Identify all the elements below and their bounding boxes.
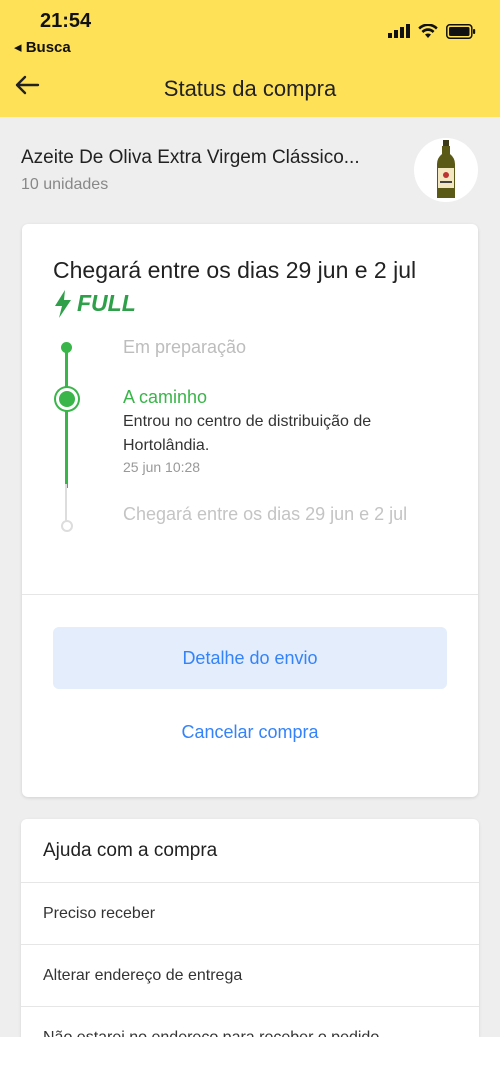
- timeline-dot-pending: [61, 520, 73, 532]
- header: 21:54 ◂ Busca Status da compra: [0, 0, 500, 117]
- help-item-not-at-address[interactable]: Não estarei no endereço para receber o p…: [21, 1007, 479, 1038]
- navbar: Status da compra: [0, 60, 500, 117]
- step-in-transit-title: A caminho: [123, 387, 208, 407]
- wifi-icon: [418, 23, 438, 38]
- status-bar: 21:54 ◂ Busca: [0, 0, 500, 60]
- timeline-progress-line: [65, 348, 68, 488]
- battery-icon: [446, 23, 476, 39]
- product-name: Azeite De Oliva Extra Virgem Clássico...: [21, 147, 360, 168]
- shipment-timeline: Em preparação A caminho Entrou no centro…: [22, 334, 478, 574]
- timeline-dot-done: [61, 342, 72, 353]
- step-in-transit-description: Entrou no centro de distribuição de Hort…: [123, 413, 372, 454]
- system-icons: [388, 20, 476, 42]
- olive-oil-bottle-icon: [414, 138, 478, 202]
- step-in-transit: A caminho Entrou no centro de distribuiç…: [123, 387, 443, 475]
- shipment-status-card: Chegará entre os dias 29 jun e 2 jul FUL…: [22, 224, 478, 797]
- step-arrival: Chegará entre os dias 29 jun e 2 jul: [123, 504, 408, 524]
- help-section: Ajuda com a compra Preciso receber Alter…: [21, 819, 479, 1037]
- product-summary[interactable]: Azeite De Oliva Extra Virgem Clássico...…: [0, 117, 500, 222]
- help-item-change-address[interactable]: Alterar endereço de entrega: [21, 945, 479, 1007]
- page-title: Status da compra: [163, 76, 337, 101]
- step-preparing: Em preparação: [123, 337, 247, 357]
- main-content: Azeite De Oliva Extra Virgem Clássico...…: [0, 117, 500, 1037]
- full-badge-label: FULL: [77, 290, 136, 316]
- lightning-icon: [55, 289, 71, 318]
- full-badge: FULL: [53, 287, 136, 320]
- divider: [22, 594, 478, 595]
- step-in-transit-date: 25 jun 10:28: [123, 459, 201, 475]
- shipment-detail-button[interactable]: Detalhe do envio: [53, 627, 447, 689]
- delivery-estimate-text: Chegará entre os dias 29 jun e 2 jul: [53, 257, 417, 283]
- bottom-area: [0, 1037, 500, 1082]
- product-quantity: 10 unidades: [21, 176, 109, 193]
- delivery-estimate: Chegará entre os dias 29 jun e 2 jul FUL…: [53, 254, 453, 327]
- signal-icon: [388, 24, 410, 38]
- help-item-need-receive[interactable]: Preciso receber: [21, 883, 479, 945]
- back-to-app-link[interactable]: ◂ Busca: [14, 38, 71, 56]
- status-time: 21:54: [40, 10, 92, 32]
- timeline-dot-current: [56, 388, 78, 410]
- help-title: Ajuda com a compra: [21, 819, 479, 883]
- cancel-purchase-link[interactable]: Cancelar compra: [53, 712, 447, 752]
